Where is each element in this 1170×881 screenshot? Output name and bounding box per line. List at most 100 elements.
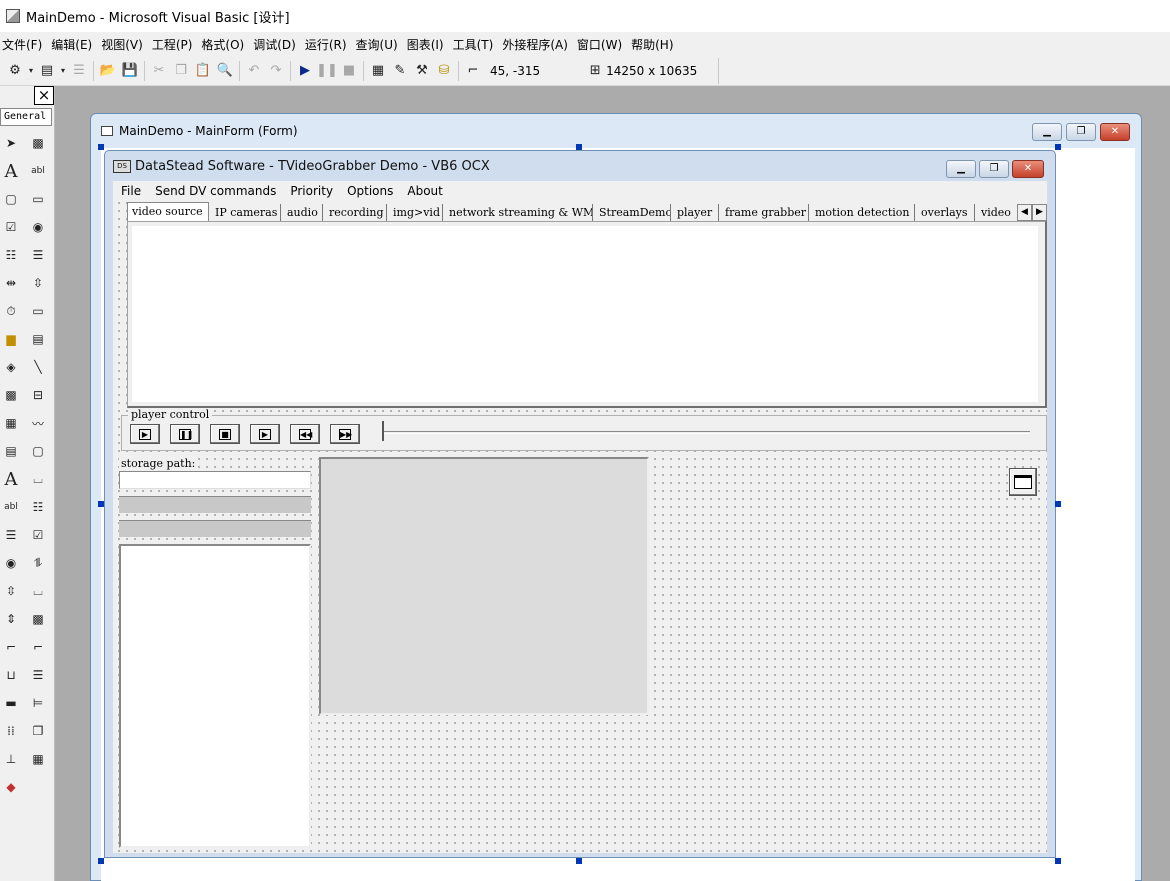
menu-editor-icon[interactable]: ☰ [68,60,90,82]
redo-icon[interactable]: ↷ [265,60,287,82]
label2-icon[interactable]: A [0,468,22,490]
data-view-icon[interactable]: ⛁ [433,60,455,82]
player-slider-thumb[interactable] [382,421,388,441]
cut-icon[interactable]: ✂ [148,60,170,82]
timer-icon[interactable]: ⏱ [0,300,22,322]
undo-icon[interactable]: ↶ [243,60,265,82]
grid-icon[interactable]: ▦ [27,748,49,770]
tab-frame-grabber[interactable]: frame grabber [721,204,809,221]
selection-handle[interactable] [98,858,104,864]
menu-tools[interactable]: 工具(T) [453,36,499,53]
designer-title-bar[interactable]: MainDemo - MainForm (Form) [91,114,1141,148]
find-icon[interactable]: 🔍 [214,60,236,82]
tab-network-streaming[interactable]: network streaming & WMV [445,204,593,221]
add-form-icon[interactable]: ▤ [36,60,58,82]
checkbox-icon[interactable]: ☑ [0,216,22,238]
menu-window[interactable]: 窗口(W) [577,36,627,53]
menu-run[interactable]: 运行(R) [305,36,352,53]
tab-video-source[interactable]: video source [127,202,209,222]
textbox-icon[interactable]: abl [27,160,49,182]
copy-icon[interactable]: ❐ [170,60,192,82]
open-project-icon[interactable]: 📂 [97,60,119,82]
selection-handle[interactable] [1055,501,1061,507]
selection-handle[interactable] [1055,144,1061,150]
run-icon[interactable]: ▶ [294,60,316,82]
dirlistbox-icon[interactable]: ▆ [0,328,22,350]
main-form[interactable]: DS DataStead Software - TVideoGrabber De… [104,150,1056,858]
slider-icon[interactable]: ⊥ [0,748,22,770]
tab-video[interactable]: video [977,204,1017,221]
timer-control[interactable] [1009,468,1037,496]
tab-motion-detection[interactable]: motion detection [811,204,915,221]
tabstrip-icon[interactable]: ⌴ [27,580,49,602]
properties-window-icon[interactable]: ✎ [389,60,411,82]
stop-button[interactable]: ■ [210,424,240,444]
label-icon[interactable]: A [0,160,22,182]
project-explorer-icon[interactable]: ▦ [367,60,389,82]
ole-icon[interactable]: ▦ [0,412,22,434]
multiframe-icon[interactable]: ☰ [27,664,49,686]
play-button[interactable]: ▶ [130,424,160,444]
vscrollbar-icon[interactable]: ⇳ [27,272,49,294]
hscrollbar-icon[interactable]: ⇹ [0,272,22,294]
rewind-button[interactable]: ◀◀ [290,424,320,444]
spin-icon[interactable]: ⇳ [0,580,22,602]
pause-button[interactable]: ❚❚ [170,424,200,444]
pause-icon[interactable]: ❚❚ [316,60,338,82]
form-restore-button[interactable]: ❐ [979,160,1009,178]
line-icon[interactable]: ╲ [27,356,49,378]
frame4-icon[interactable]: ⌐ [27,636,49,658]
save-icon[interactable]: 💾 [119,60,141,82]
treeview-icon[interactable]: ⊨ [27,692,49,714]
selection-handle[interactable] [98,501,104,507]
menu-edit[interactable]: 编辑(E) [51,36,97,53]
combobox-icon[interactable]: ☷ [0,244,22,266]
menu-project[interactable]: 工程(P) [152,36,198,53]
tab-img-vid[interactable]: img>vid [389,204,443,221]
paste-icon[interactable]: 📋 [192,60,214,82]
menu-debug[interactable]: 调试(D) [253,36,301,53]
optionbutton2-icon[interactable]: ◉ [0,552,22,574]
designer-minimize-button[interactable]: ▁ [1032,123,1062,141]
chart-icon[interactable]: 〰 [27,412,49,434]
designer-close-button[interactable]: ✕ [1100,123,1130,141]
tab-streamdemos[interactable]: StreamDemos [595,204,671,221]
tab-recording[interactable]: recording [325,204,387,221]
textbox2-icon[interactable]: abl [0,496,22,518]
picturebox-icon[interactable]: ▩ [27,132,49,154]
selection-handle[interactable] [576,858,582,864]
step-forward-button[interactable]: ▶ [250,424,280,444]
menu-query[interactable]: 查询(U) [356,36,403,53]
listbox2-icon[interactable]: ☷ [27,496,49,518]
calendar-icon[interactable]: ▤ [0,440,22,462]
toggle-icon[interactable]: ⥮ [27,552,49,574]
toolbox-tab-general[interactable]: General [0,108,52,126]
selection-handle[interactable] [576,144,582,150]
image2-icon[interactable]: ▩ [27,608,49,630]
tvideograbber-icon[interactable]: ◆ [0,776,22,798]
menu-view[interactable]: 视图(V) [101,36,148,53]
shape-icon[interactable]: ◈ [0,356,22,378]
listbox-icon[interactable]: ☰ [27,244,49,266]
image-icon[interactable]: ▩ [0,384,22,406]
storage-path-input[interactable] [119,471,311,489]
video-preview-box[interactable] [319,457,649,715]
tab-overlays[interactable]: overlays [917,204,975,221]
toolbox-icon[interactable]: ⚒ [411,60,433,82]
menu-help[interactable]: 帮助(H) [631,36,678,53]
pointer-icon[interactable]: ➤ [0,132,22,154]
stop-icon[interactable]: ■ [338,60,360,82]
frame-icon[interactable]: ▢ [0,188,22,210]
imagelist-icon[interactable]: ❐ [27,720,49,742]
form-menu-file[interactable]: File [121,184,141,198]
selection-handle[interactable] [1055,858,1061,864]
tab-player[interactable]: player [673,204,719,221]
form-client-area[interactable]: File Send DV commands Priority Options A… [113,181,1047,853]
selection-handle[interactable] [98,144,104,150]
menu-file[interactable]: 文件(F) [2,36,47,53]
tab-audio[interactable]: audio [283,204,323,221]
form-title-bar[interactable]: DS DataStead Software - TVideoGrabber De… [105,151,1055,181]
menu-format[interactable]: 格式(O) [201,36,249,53]
fast-forward-button[interactable]: ▶▶ [330,424,360,444]
filelistbox-icon[interactable]: ▤ [27,328,49,350]
